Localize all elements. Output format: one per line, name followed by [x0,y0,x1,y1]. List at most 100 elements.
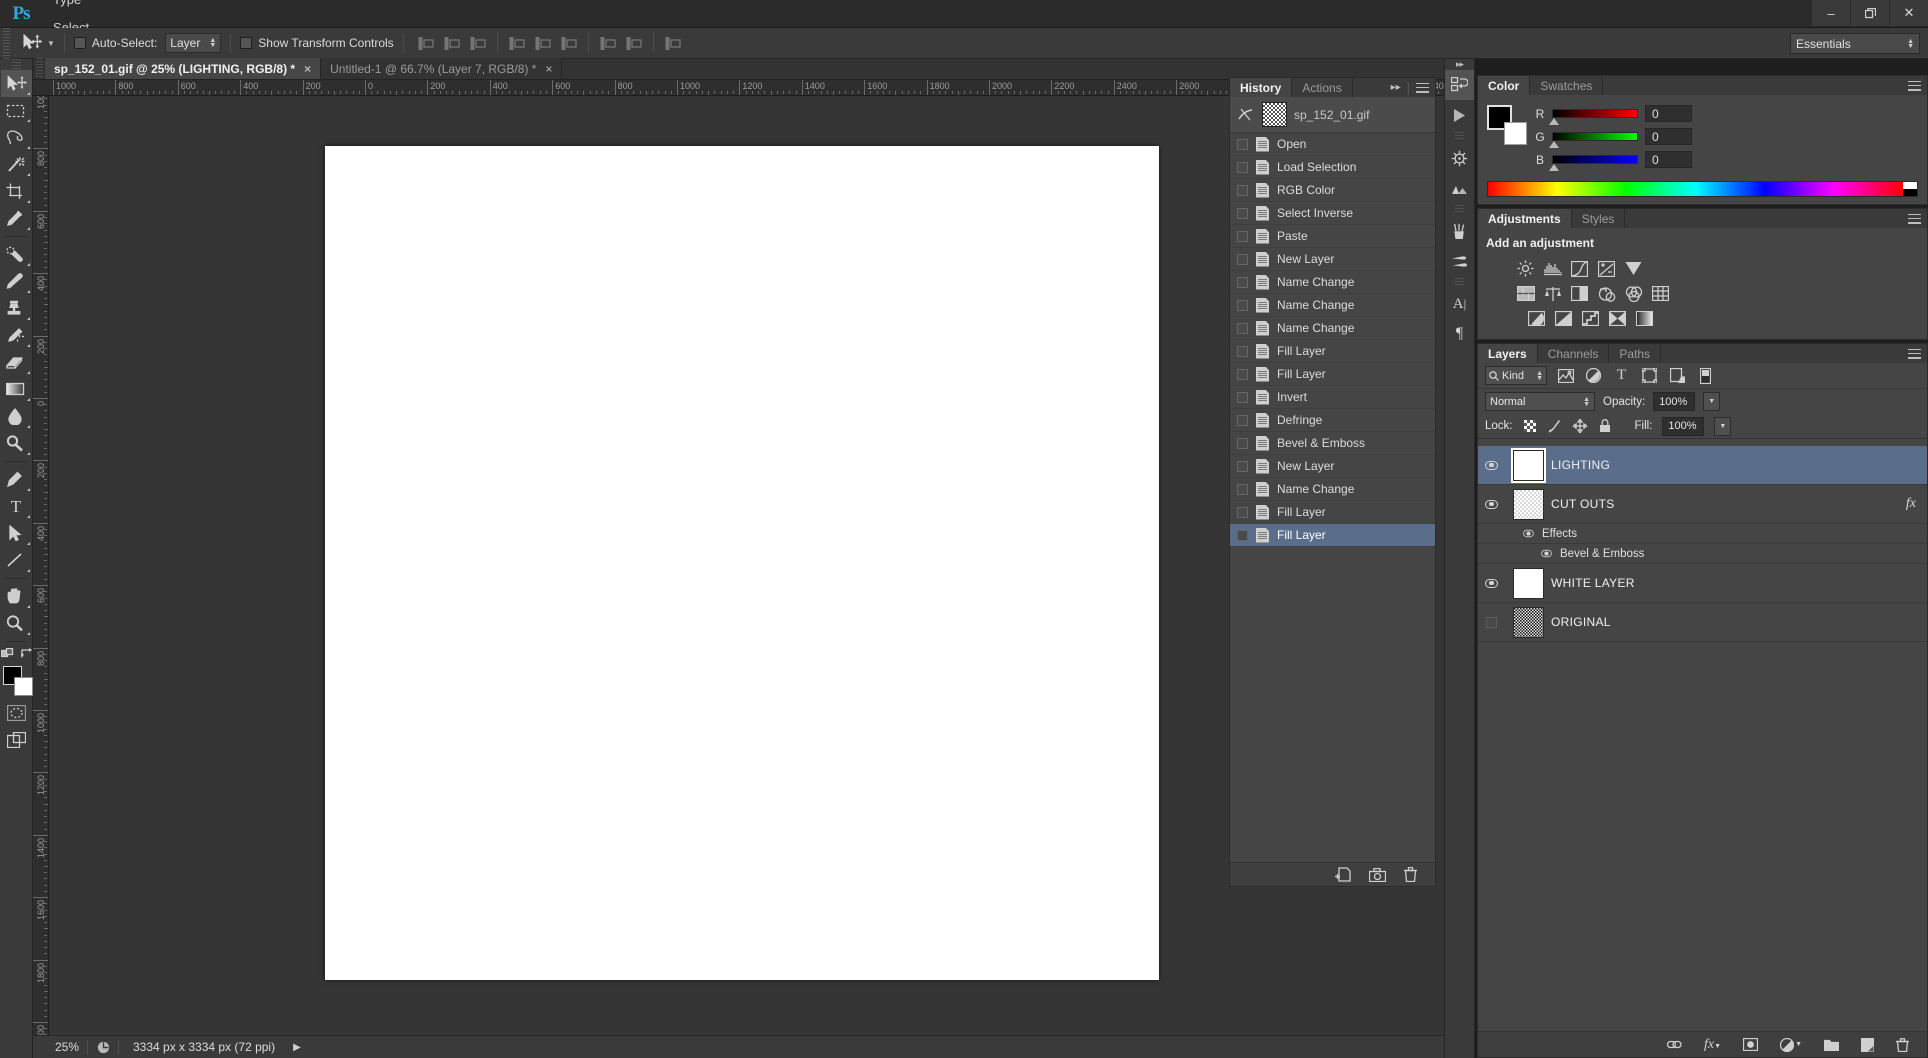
color-balance-icon[interactable] [1543,284,1562,303]
layer-row[interactable]: ORIGINAL [1478,603,1927,642]
quick-mask-button[interactable] [1,699,32,726]
filter-shape-layers-icon[interactable] [1640,366,1659,385]
layer-name[interactable]: ORIGINAL [1551,615,1611,629]
history-state-row[interactable]: Name Change [1230,317,1435,340]
history-state-row[interactable]: Fill Layer [1230,363,1435,386]
tab-color[interactable]: Color [1478,76,1531,95]
color-panel-menu-icon[interactable] [1908,80,1921,91]
tab-paths[interactable]: Paths [1609,344,1662,363]
toolbox-grip[interactable] [0,59,32,70]
history-state-source-toggle[interactable] [1237,207,1248,219]
history-state-source-toggle[interactable] [1237,184,1248,196]
tab-channels[interactable]: Channels [1538,344,1610,363]
rectangular-marquee-tool[interactable] [1,97,32,124]
close-button[interactable]: ✕ [1890,0,1928,26]
blend-mode-dropdown[interactable]: Normal ▲ ▼ [1485,392,1595,411]
filter-pixel-layers-icon[interactable] [1556,366,1575,385]
auto-select-dropdown[interactable]: Layer ▲ ▼ [165,33,222,53]
channel-value[interactable]: 0 [1645,105,1692,122]
history-state-source-toggle[interactable] [1237,414,1248,426]
magic-wand-tool[interactable] [1,151,32,178]
filter-type-layers-icon[interactable]: T [1612,366,1631,385]
distribute-vertical-centers-icon[interactable] [623,32,645,54]
history-panel-menu-icon[interactable] [1416,82,1429,93]
close-tab-icon[interactable]: × [545,63,552,75]
doc-preview-button[interactable] [88,1041,118,1054]
eraser-tool[interactable] [1,349,32,376]
color-background-swatch[interactable] [1504,122,1527,145]
history-state-row[interactable]: Invert [1230,386,1435,409]
lock-image-pixels-icon[interactable] [1548,419,1563,434]
rail-expand-icon[interactable]: ▸▸ [1445,59,1474,70]
layer-name[interactable]: LIGHTING [1551,458,1610,472]
screen-mode-button[interactable] [1,726,32,753]
black-white-icon[interactable] [1570,284,1589,303]
history-state-source-toggle[interactable] [1237,506,1248,518]
posterize-icon[interactable] [1554,309,1573,328]
curves-icon[interactable] [1570,259,1589,278]
restore-button[interactable] [1851,0,1889,26]
vibrance-icon[interactable] [1624,259,1643,278]
layer-effect-row[interactable]: Effects [1478,524,1927,544]
delete-layer-button[interactable] [1896,1037,1909,1052]
link-layers-button[interactable] [1667,1039,1682,1050]
new-fill-adjustment-layer-button[interactable]: ▼ [1780,1037,1802,1052]
levels-icon[interactable] [1543,259,1562,278]
auto-select-checkbox[interactable] [73,37,86,49]
lock-all-icon[interactable] [1598,419,1613,434]
lock-transparent-pixels-icon[interactable] [1523,419,1538,434]
history-state-row[interactable]: Open [1230,133,1435,156]
history-state-source-toggle[interactable] [1237,230,1248,242]
history-rail-icon[interactable] [1445,70,1474,100]
history-state-source-toggle[interactable] [1237,322,1248,334]
move-tool[interactable] [0,70,32,97]
layer-thumbnail[interactable] [1510,447,1546,483]
layers-panel-menu-icon[interactable] [1908,348,1921,359]
layer-effect-row[interactable]: Bevel & Emboss [1478,544,1927,564]
hue-saturation-icon[interactable] [1516,284,1535,303]
filter-adjustment-layers-icon[interactable] [1584,366,1603,385]
layer-thumbnail[interactable] [1512,488,1544,520]
lasso-tool[interactable] [1,124,32,151]
document-tab-1[interactable]: Untitled-1 @ 66.7% (Layer 7, RGB/8) * × [321,58,563,79]
brightness-contrast-icon[interactable] [1516,259,1535,278]
distribute-top-edges-icon[interactable] [597,32,619,54]
history-state-source-toggle[interactable] [1237,253,1248,265]
history-state-row[interactable]: Name Change [1230,478,1435,501]
opacity-value[interactable]: 100% [1653,392,1696,411]
tab-styles[interactable]: Styles [1572,209,1626,228]
add-layer-mask-button[interactable] [1743,1038,1759,1051]
mini-bridge-rail-icon[interactable] [1445,143,1474,173]
history-state-row[interactable]: Defringe [1230,409,1435,432]
history-state-row[interactable]: Fill Layer [1230,501,1435,524]
align-right-edges-icon[interactable] [467,32,489,54]
effect-visibility-toggle[interactable] [1523,529,1534,538]
minimize-button[interactable]: – [1812,0,1850,26]
history-state-row[interactable]: Select Inverse [1230,202,1435,225]
effect-visibility-toggle[interactable] [1541,549,1552,558]
hand-tool[interactable] [1,583,32,610]
clone-stamp-tool[interactable] [1,295,32,322]
new-document-from-state-button[interactable] [1335,867,1351,882]
swap-colors-icon[interactable] [20,648,32,659]
timeline-rail-icon[interactable] [1445,173,1474,203]
zoom-tool[interactable] [1,610,32,637]
paragraph-rail-icon[interactable]: ¶ [1445,319,1474,349]
channel-slider[interactable] [1549,109,1638,125]
tab-adjustments[interactable]: Adjustments [1478,209,1572,228]
crop-tool[interactable] [1,178,32,205]
add-layer-style-button[interactable]: fx▼ [1704,1037,1721,1053]
layer-list[interactable]: LIGHTING CUT OUTS fx Effects Bevel & Emboss W… [1478,446,1927,1030]
channel-slider-knob[interactable] [1549,164,1559,171]
layer-filter-kind-dropdown[interactable]: Kind ▲ ▼ [1485,366,1547,385]
layer-effects-indicator[interactable]: fx [1906,496,1927,512]
color-spectrum-ramp[interactable] [1487,181,1918,197]
tab-history[interactable]: History [1230,78,1293,97]
threshold-icon[interactable] [1581,309,1600,328]
actions-rail-icon[interactable] [1445,100,1474,130]
history-brush-tool[interactable] [1,322,32,349]
layer-row[interactable]: CUT OUTS fx [1478,485,1927,524]
color-lookup-icon[interactable] [1651,284,1670,303]
path-selection-tool[interactable] [1,520,32,547]
selective-color-icon[interactable] [1608,309,1627,328]
